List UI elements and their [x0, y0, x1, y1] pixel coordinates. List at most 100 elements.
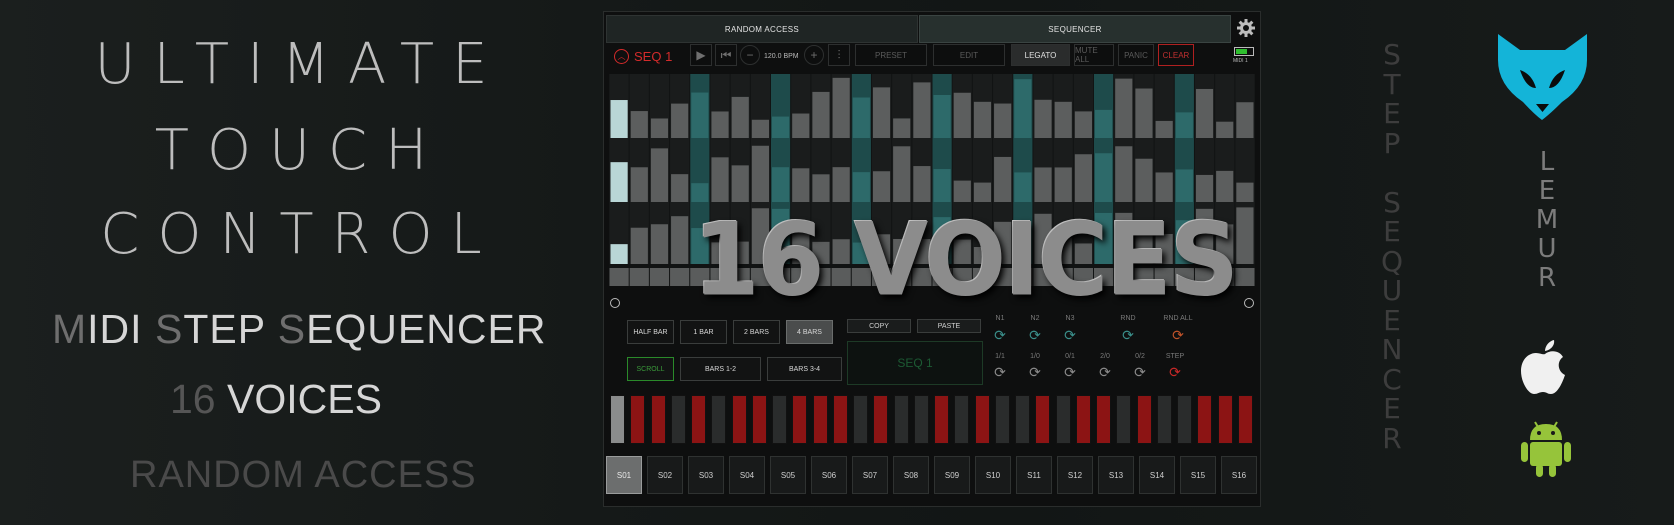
- step-lane-cell[interactable]: [730, 268, 750, 286]
- note-level-bar[interactable]: [751, 208, 769, 264]
- tab-random-access[interactable]: RANDOM ACCESS: [606, 15, 918, 43]
- step-lane-cell[interactable]: [1235, 268, 1255, 286]
- refresh-icon-n3[interactable]: ⟳: [1052, 327, 1088, 344]
- note-level-bar[interactable]: [852, 242, 870, 264]
- note-level-bar[interactable]: [1054, 167, 1072, 202]
- note-level-bar[interactable]: [1175, 169, 1193, 202]
- legato-button[interactable]: LEGATO: [1011, 44, 1070, 66]
- step-toggle[interactable]: [650, 395, 666, 444]
- step-lane-cell[interactable]: [932, 268, 952, 286]
- step-toggle[interactable]: [994, 395, 1010, 444]
- note-level-bar[interactable]: [792, 113, 810, 138]
- note-level-bar[interactable]: [1175, 112, 1193, 138]
- note-level-bar[interactable]: [1115, 146, 1133, 202]
- seq-selector[interactable]: ︿ SEQ 1: [614, 46, 672, 66]
- step-toggle[interactable]: [1015, 395, 1030, 444]
- note-level-bar[interactable]: [1054, 101, 1072, 138]
- step-lane-cell[interactable]: [811, 268, 831, 286]
- refresh-icon-2-0[interactable]: ⟳: [1087, 364, 1123, 381]
- note-level-bar[interactable]: [751, 145, 769, 202]
- note-level-bar[interactable]: [691, 183, 709, 202]
- step-lane-cell[interactable]: [1154, 268, 1174, 286]
- note-level-bar[interactable]: [772, 167, 790, 202]
- note-level-bar[interactable]: [1195, 208, 1214, 264]
- step-toggle[interactable]: [670, 395, 686, 444]
- note-level-bar[interactable]: [832, 239, 850, 264]
- slot-s02[interactable]: S02: [647, 456, 683, 494]
- note-level-bar[interactable]: [671, 103, 689, 138]
- step-toggle[interactable]: [873, 395, 889, 444]
- note-level-bar[interactable]: [1115, 78, 1133, 138]
- slot-s13[interactable]: S13: [1098, 456, 1134, 494]
- note-level-bar[interactable]: [751, 119, 769, 138]
- step-lane-cell[interactable]: [1013, 268, 1033, 286]
- step-toggle[interactable]: [1035, 395, 1051, 444]
- note-level-bar[interactable]: [1115, 212, 1133, 264]
- step-toggle[interactable]: [1156, 395, 1172, 444]
- note-level-bar[interactable]: [610, 100, 628, 138]
- step-toggle[interactable]: [1096, 395, 1111, 444]
- step-lane-cell[interactable]: [750, 268, 770, 286]
- slot-s15[interactable]: S15: [1180, 456, 1216, 494]
- note-level-bar[interactable]: [1135, 88, 1153, 138]
- slot-s10[interactable]: S10: [975, 456, 1011, 494]
- note-level-bar[interactable]: [1216, 224, 1234, 264]
- preset-button[interactable]: PRESET: [855, 44, 927, 66]
- note-level-bar[interactable]: [1054, 237, 1072, 264]
- step-toggle[interactable]: [1237, 395, 1253, 444]
- slot-s03[interactable]: S03: [688, 456, 724, 494]
- note-level-bar[interactable]: [731, 241, 749, 264]
- note-level-bar[interactable]: [1155, 172, 1173, 202]
- slot-s09[interactable]: S09: [934, 456, 970, 494]
- note-level-bar[interactable]: [772, 116, 790, 138]
- note-level-bar[interactable]: [1216, 170, 1234, 202]
- gear-icon[interactable]: [1234, 15, 1258, 41]
- step-lane-cell[interactable]: [609, 268, 629, 286]
- note-level-bar[interactable]: [994, 156, 1012, 202]
- note-level-bar[interactable]: [731, 165, 749, 202]
- note-level-bar[interactable]: [711, 157, 729, 202]
- note-level-bar[interactable]: [792, 225, 810, 264]
- step-toggle[interactable]: [711, 395, 727, 444]
- note-level-bar[interactable]: [893, 146, 911, 202]
- step-lane-cell[interactable]: [710, 268, 730, 286]
- note-level-bar[interactable]: [994, 103, 1012, 138]
- clear-button[interactable]: CLEAR: [1158, 44, 1194, 66]
- note-level-bar[interactable]: [893, 118, 911, 138]
- step-toggle[interactable]: [792, 395, 808, 444]
- 4-bars-button[interactable]: 4 BARS: [786, 320, 833, 344]
- rewind-button[interactable]: ⏮: [715, 44, 737, 66]
- note-level-bar[interactable]: [1095, 212, 1113, 264]
- slot-s06[interactable]: S06: [811, 456, 847, 494]
- note-level-bar[interactable]: [792, 168, 810, 202]
- note-level-bar[interactable]: [1014, 230, 1032, 264]
- note-level-bar[interactable]: [630, 111, 648, 138]
- note-level-bar[interactable]: [832, 167, 850, 202]
- note-level-bar[interactable]: [812, 241, 830, 264]
- refresh-icon-1-0[interactable]: ⟳: [1017, 364, 1053, 381]
- step-lane-cell[interactable]: [670, 268, 690, 286]
- note-level-bar[interactable]: [1195, 88, 1214, 138]
- note-level-bar[interactable]: [852, 172, 870, 202]
- note-level-bar[interactable]: [1236, 207, 1254, 264]
- note-level-bar[interactable]: [812, 174, 830, 202]
- note-level-bar[interactable]: [1216, 121, 1234, 138]
- step-toggle[interactable]: [974, 395, 990, 444]
- note-level-bar[interactable]: [671, 174, 689, 202]
- slot-s01[interactable]: S01: [606, 456, 642, 494]
- step-lane-cell[interactable]: [1073, 268, 1093, 286]
- note-level-bar[interactable]: [610, 162, 628, 202]
- note-level-bar[interactable]: [973, 246, 992, 264]
- step-lane-cell[interactable]: [993, 268, 1013, 286]
- step-toggle[interactable]: [751, 395, 767, 444]
- 2-bars-button[interactable]: 2 BARS: [733, 320, 780, 344]
- step-toggle[interactable]: [913, 395, 929, 444]
- step-lane-cell[interactable]: [791, 268, 811, 286]
- step-lane-cell[interactable]: [952, 268, 972, 286]
- note-level-bar[interactable]: [933, 94, 951, 138]
- note-level-bar[interactable]: [1135, 158, 1153, 202]
- note-level-bar[interactable]: [872, 234, 891, 264]
- step-lane-cell[interactable]: [871, 268, 892, 286]
- step-lane-cell[interactable]: [1114, 268, 1134, 286]
- note-level-bar[interactable]: [1155, 233, 1173, 264]
